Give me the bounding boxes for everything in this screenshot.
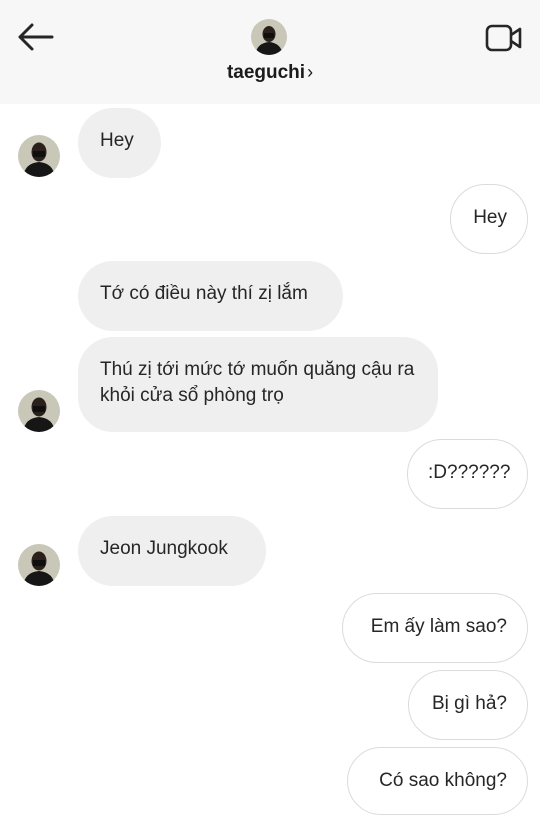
username-text: taeguchi [226,62,306,83]
message-text: Hey [473,207,507,228]
message-outgoing: Bị gì hả? [408,670,528,740]
username-link[interactable]: taeguchi › [0,62,540,84]
video-camera-icon [485,24,522,52]
chevron-right-icon: › [307,62,314,82]
back-button[interactable] [14,18,56,56]
arrow-left-icon [18,23,54,51]
message-incoming: Tớ có điều này thí zị lắm [78,261,343,331]
message-text: Tớ có điều này thí zị lắm [100,283,308,304]
message-incoming: Thú zị tới mức tớ muốn quăng cậu ra khỏi… [78,337,438,432]
message-text: Jeon Jungkook [100,538,228,559]
message-text: Hey [100,130,134,151]
message-outgoing: Em ấy làm sao? [342,593,528,663]
chat-header: taeguchi › [0,0,540,104]
sender-avatar[interactable] [18,390,60,432]
message-text: Em ấy làm sao? [370,616,507,637]
sender-avatar[interactable] [18,135,60,177]
sender-avatar[interactable] [18,544,60,586]
profile-avatar[interactable] [251,19,287,55]
message-text: Thú zị tới mức tớ muốn quăng cậu ra khỏi… [100,359,415,406]
message-outgoing: Có sao không? [347,747,528,815]
message-text: Có sao không? [379,770,507,791]
message-outgoing: :D?????? [407,439,528,509]
message-text: Bị gì hả? [432,693,507,714]
message-outgoing: Hey [450,184,528,254]
video-call-button[interactable] [482,18,526,58]
message-incoming: Hey [78,108,161,178]
message-incoming: Jeon Jungkook [78,516,266,586]
message-text: :D?????? [428,462,511,483]
